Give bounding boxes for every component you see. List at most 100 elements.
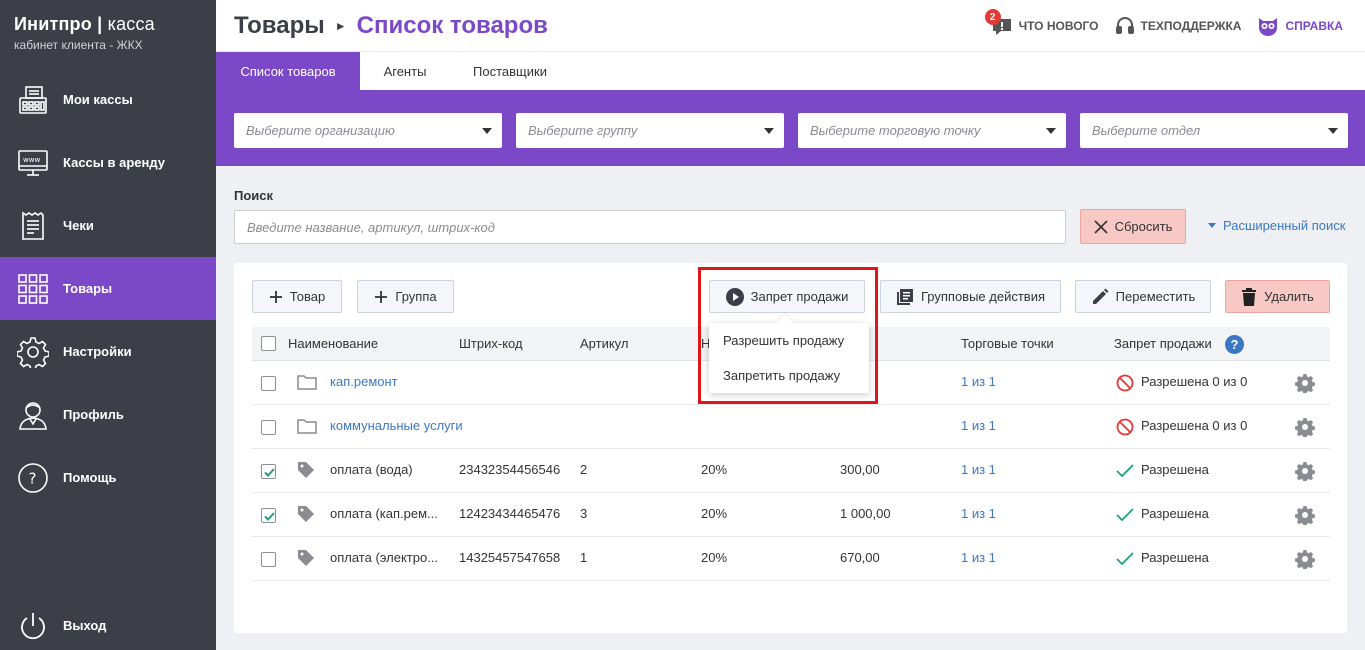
row-price: 300,00 <box>840 462 880 477</box>
sidebar-item-settings[interactable]: Настройки <box>0 320 216 383</box>
whats-new-link[interactable]: 2 ЧТО НОВОГО <box>984 9 1099 37</box>
column-points[interactable]: Торговые точки <box>961 336 1054 351</box>
row-points[interactable]: 1 из 1 <box>961 374 996 389</box>
search-label: Поиск <box>234 188 274 203</box>
column-ban[interactable]: Запрет продажи <box>1114 336 1212 351</box>
breadcrumb-root[interactable]: Товары <box>234 12 325 40</box>
table-row[interactable]: коммунальные услуги 1 из 1 Разрешена 0 и… <box>252 405 1330 449</box>
row-status: Разрешена <box>1141 506 1209 521</box>
organization-select[interactable]: Выберите организацию <box>234 113 502 148</box>
row-checkbox[interactable] <box>261 552 276 567</box>
brand-logo[interactable]: Инитпро | касса <box>14 14 155 35</box>
delete-label: Удалить <box>1264 289 1314 304</box>
help-circle-icon[interactable]: ? <box>1225 335 1244 354</box>
brand-subtitle: кабинет клиента - ЖКХ <box>14 38 143 52</box>
row-article: 1 <box>580 550 588 565</box>
delete-button[interactable]: Удалить <box>1225 280 1330 313</box>
folder-icon <box>297 419 317 434</box>
table-row[interactable]: оплата (электро... 14325457547658 1 20% … <box>252 537 1330 581</box>
column-barcode[interactable]: Штрих-код <box>459 336 523 351</box>
gear-icon[interactable] <box>1295 505 1315 525</box>
point-select[interactable]: Выберите торговую точку <box>798 113 1066 148</box>
tag-icon <box>298 506 314 522</box>
close-icon <box>1094 219 1108 234</box>
whats-new-label: ЧТО НОВОГО <box>1018 19 1099 33</box>
group-select[interactable]: Выберите группу <box>516 113 784 148</box>
add-group-button[interactable]: Группа <box>357 280 454 313</box>
department-select[interactable]: Выберите отдел <box>1080 113 1348 148</box>
move-button[interactable]: Переместить <box>1075 280 1211 313</box>
row-article: 2 <box>580 462 588 477</box>
sidebar-item-help[interactable]: ? Помощь <box>0 446 216 509</box>
row-checkbox[interactable] <box>261 464 276 479</box>
sidebar-item-label: Профиль <box>63 407 124 422</box>
sidebar-item-receipts[interactable]: Чеки <box>0 194 216 257</box>
power-icon <box>16 609 50 643</box>
gear-icon[interactable] <box>1295 461 1315 481</box>
stack-icon <box>896 288 913 305</box>
row-status: Разрешена 0 из 0 <box>1141 418 1248 433</box>
brand: Инитпро | касса кабинет клиента - ЖКХ <box>14 14 155 52</box>
owl-icon <box>1259 18 1278 36</box>
row-name[interactable]: коммунальные услуги <box>330 418 463 433</box>
table-row[interactable]: оплата (вода) 23432354456546 2 20% 300,0… <box>252 449 1330 493</box>
tab-goods-list[interactable]: Список товаров <box>216 52 360 90</box>
row-checkbox[interactable] <box>261 376 276 391</box>
tab-agents[interactable]: Агенты <box>360 52 450 90</box>
row-checkbox[interactable] <box>261 420 276 435</box>
search-input[interactable] <box>234 210 1066 244</box>
help-link[interactable]: СПРАВКА <box>1257 16 1343 36</box>
column-name[interactable]: Наименование <box>288 336 378 351</box>
sidebar-item-label: Мои кассы <box>63 92 133 107</box>
column-article[interactable]: Артикул <box>580 336 628 351</box>
row-barcode: 12423434465476 <box>459 506 561 521</box>
top-links: 2 ЧТО НОВОГО ТЕХПОДДЕРЖКА СПРАВКА <box>975 9 1343 37</box>
organization-select-placeholder: Выберите организацию <box>246 123 395 138</box>
check-icon <box>264 512 275 521</box>
sidebar-item-goods[interactable]: Товары <box>0 257 216 320</box>
row-points[interactable]: 1 из 1 <box>961 550 996 565</box>
sidebar-item-rent[interactable]: www Кассы в аренду <box>0 131 216 194</box>
row-name[interactable]: кап.ремонт <box>330 374 398 389</box>
gear-icon[interactable] <box>1295 373 1315 393</box>
row-checkbox[interactable] <box>261 508 276 523</box>
add-group-label: Группа <box>395 289 437 304</box>
select-all-checkbox[interactable] <box>261 336 276 351</box>
row-price: 1 000,00 <box>840 506 891 521</box>
reset-button[interactable]: Сбросить <box>1080 209 1186 244</box>
sidebar: Инитпро | касса кабинет клиента - ЖКХ Мо… <box>0 0 216 650</box>
chevron-down-icon <box>1328 128 1338 134</box>
row-points[interactable]: 1 из 1 <box>961 418 996 433</box>
brand-product: касса <box>107 14 155 34</box>
gear-icon[interactable] <box>1295 549 1315 569</box>
grid-icon <box>16 272 50 306</box>
add-item-label: Товар <box>289 289 326 304</box>
row-name[interactable]: оплата (электро... <box>330 550 438 565</box>
row-points[interactable]: 1 из 1 <box>961 462 996 477</box>
support-label: ТЕХПОДДЕРЖКА <box>1140 19 1242 33</box>
advanced-search-link[interactable]: Расширенный поиск <box>1208 218 1345 233</box>
sidebar-item-my-cash[interactable]: Мои кассы <box>0 68 216 131</box>
row-points[interactable]: 1 из 1 <box>961 506 996 521</box>
row-name[interactable]: оплата (вода) <box>330 462 413 477</box>
support-link[interactable]: ТЕХПОДДЕРЖКА <box>1115 16 1242 36</box>
group-actions-button[interactable]: Групповые действия <box>880 280 1061 313</box>
help-label: СПРАВКА <box>1285 19 1343 33</box>
table-row[interactable]: оплата (кап.рем... 12423434465476 3 20% … <box>252 493 1330 537</box>
tab-suppliers[interactable]: Поставщики <box>450 52 570 90</box>
headset-icon <box>1115 17 1134 34</box>
brand-name: Инитпро <box>14 14 92 34</box>
user-icon <box>16 398 50 432</box>
check-icon <box>264 468 275 477</box>
row-name[interactable]: оплата (кап.рем... <box>330 506 438 521</box>
forbidden-icon <box>1116 374 1134 392</box>
gear-icon[interactable] <box>1295 417 1315 437</box>
add-item-button[interactable]: Товар <box>252 280 342 313</box>
check-icon <box>1116 552 1134 566</box>
sidebar-item-logout[interactable]: Выход <box>0 594 216 650</box>
sidebar-item-profile[interactable]: Профиль <box>0 383 216 446</box>
caret-down-icon <box>1208 223 1216 228</box>
row-price: 670,00 <box>840 550 880 565</box>
cash-register-icon <box>16 83 50 117</box>
group-actions-label: Групповые действия <box>920 289 1046 304</box>
